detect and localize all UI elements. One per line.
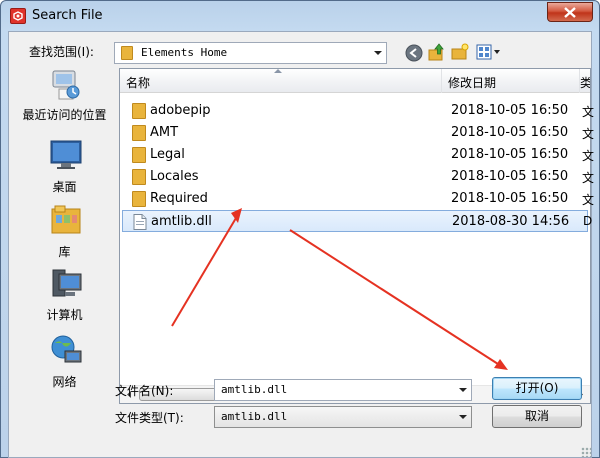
place-label: 最近访问的位置 xyxy=(22,108,107,122)
file-row[interactable]: Locales 2018-10-05 16:50 文 xyxy=(122,166,594,188)
list-header: 名称 修改日期 类 xyxy=(120,69,590,93)
file-row[interactable]: Legal 2018-10-05 16:50 文 xyxy=(122,144,594,166)
lookin-combo[interactable]: Elements Home xyxy=(114,42,387,64)
column-header-name[interactable]: 名称 xyxy=(120,69,442,93)
filetype-value: amtlib.dll xyxy=(221,410,288,423)
place-libraries[interactable]: 库 xyxy=(17,203,112,265)
view-menu-icon xyxy=(476,44,500,60)
folder-icon xyxy=(132,169,146,185)
up-folder-button[interactable] xyxy=(427,42,447,62)
place-label: 计算机 xyxy=(46,308,83,322)
file-row[interactable]: Required 2018-10-05 16:50 文 xyxy=(122,188,594,210)
file-list[interactable]: 名称 修改日期 类 adobepip 2018-10-05 16:50 文 AM… xyxy=(119,68,594,404)
window-title: Search File xyxy=(32,8,103,23)
filename-label: 文件名(N): xyxy=(115,384,174,398)
place-network[interactable]: 网络 xyxy=(17,333,112,395)
view-menu-button[interactable] xyxy=(475,42,503,62)
desktop-icon xyxy=(50,140,82,169)
up-folder-icon xyxy=(428,43,444,61)
open-button[interactable]: 打开(O) xyxy=(492,377,582,400)
filetype-label: 文件类型(T): xyxy=(115,411,184,425)
lookin-label: 查找范围(I): xyxy=(29,45,94,59)
sort-ascending-icon xyxy=(274,69,282,73)
filetype-select[interactable]: amtlib.dll xyxy=(214,406,472,428)
title-bar[interactable]: Search File xyxy=(1,1,599,31)
file-row[interactable]: adobepip 2018-10-05 16:50 文 xyxy=(122,100,594,122)
new-folder-icon xyxy=(451,43,469,60)
back-arrow-icon xyxy=(405,44,423,62)
dialog-content: 查找范围(I): Elements Home 最近访问的位置 桌面 库 计算机 … xyxy=(8,31,594,458)
chevron-down-icon[interactable] xyxy=(454,380,471,400)
network-icon xyxy=(51,335,82,363)
filename-value: amtlib.dll xyxy=(221,383,288,396)
place-desktop[interactable]: 桌面 xyxy=(17,138,112,200)
lookin-value: Elements Home xyxy=(141,46,228,59)
places-bar: 最近访问的位置 桌面 库 计算机 网络 xyxy=(17,68,112,428)
place-computer[interactable]: 计算机 xyxy=(17,268,112,330)
place-label: 网络 xyxy=(52,375,77,389)
folder-icon xyxy=(132,147,146,163)
cancel-button[interactable]: 取消 xyxy=(492,405,582,428)
computer-icon xyxy=(52,269,82,297)
file-row[interactable]: AMT 2018-10-05 16:50 文 xyxy=(122,122,594,144)
chevron-down-icon[interactable] xyxy=(454,407,471,427)
new-folder-button[interactable] xyxy=(450,42,470,62)
column-header-date[interactable]: 修改日期 xyxy=(442,69,580,93)
close-button[interactable] xyxy=(547,2,593,22)
dialog-window: Search File 查找范围(I): Elements Home 最近访问的… xyxy=(0,0,600,458)
file-row-selected[interactable]: amtlib.dll 2018-08-30 14:56 D xyxy=(122,210,592,232)
column-header-type[interactable]: 类 xyxy=(580,69,590,93)
resize-grip-icon[interactable] xyxy=(581,447,591,457)
folder-icon xyxy=(132,191,146,207)
libraries-icon xyxy=(51,205,81,234)
place-label: 库 xyxy=(58,245,71,259)
app-icon xyxy=(10,8,26,24)
folder-icon xyxy=(132,103,146,119)
folder-icon xyxy=(132,125,146,141)
close-icon xyxy=(564,7,576,18)
place-recent[interactable]: 最近访问的位置 xyxy=(17,68,112,130)
filename-input[interactable]: amtlib.dll xyxy=(214,379,472,401)
back-button[interactable] xyxy=(404,43,424,63)
recent-places-icon xyxy=(52,70,80,100)
place-label: 桌面 xyxy=(52,180,77,194)
folder-icon xyxy=(121,46,133,60)
dll-file-icon xyxy=(133,214,147,230)
chevron-down-icon[interactable] xyxy=(369,43,386,63)
